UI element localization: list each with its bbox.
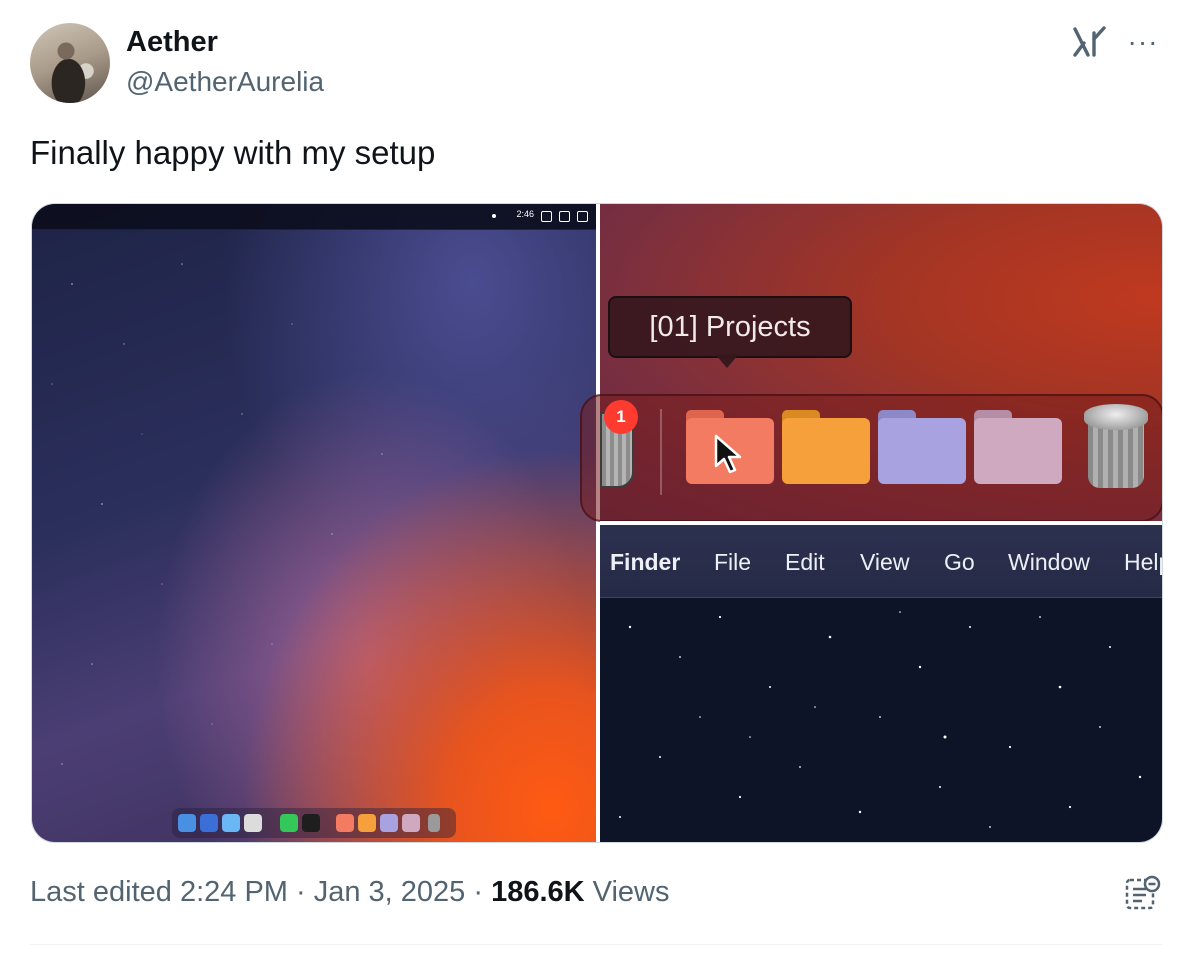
status-dot-icon bbox=[492, 214, 496, 218]
menu-edit: Edit bbox=[785, 549, 825, 575]
dock-separator bbox=[660, 409, 662, 495]
folder-orange-icon bbox=[782, 410, 870, 484]
folder-purple-icon bbox=[878, 410, 966, 484]
starfield bbox=[619, 611, 1142, 828]
figma-icon bbox=[302, 814, 320, 832]
grok-icon[interactable] bbox=[1072, 25, 1108, 59]
safari-icon bbox=[222, 814, 240, 832]
menu-finder: Finder bbox=[610, 549, 681, 575]
mini-menubar: 2:46 bbox=[32, 204, 596, 230]
messages-icon bbox=[280, 814, 298, 832]
folder-icon bbox=[336, 814, 354, 832]
tweet-text: Finally happy with my setup bbox=[30, 134, 436, 171]
menubar-clock: 2:46 bbox=[516, 209, 534, 219]
folder-icon bbox=[358, 814, 376, 832]
views-count: 186.6K bbox=[491, 876, 585, 908]
menu-help: Help bbox=[1124, 549, 1162, 575]
desktop-screenshot[interactable]: 2:46 bbox=[32, 204, 596, 842]
folder-icon bbox=[402, 814, 420, 832]
control-center-icon bbox=[577, 211, 588, 222]
finder-menubar: Finder File Edit View Go Window Help bbox=[600, 525, 1162, 598]
tweet-meta: Last edited 2:24 PM · Jan 3, 2025 · 186.… bbox=[30, 876, 669, 909]
display-name[interactable]: Aether bbox=[126, 26, 218, 59]
trash-icon bbox=[428, 814, 440, 832]
menu-view: View bbox=[860, 549, 910, 575]
menu-file: File bbox=[714, 549, 752, 575]
tweet-media[interactable]: 2:46 [01] Projects 1 Finder File Edit Vi… bbox=[31, 203, 1163, 843]
dock-background bbox=[580, 394, 1162, 522]
finder-icon bbox=[178, 814, 196, 832]
more-icon[interactable]: ··· bbox=[1126, 27, 1160, 57]
divider bbox=[30, 944, 1162, 945]
user-handle[interactable]: @AetherAurelia bbox=[126, 66, 324, 98]
cursor-icon bbox=[714, 434, 742, 474]
trash-icon bbox=[1084, 404, 1148, 488]
xcode-icon bbox=[200, 814, 218, 832]
menu-go: Go bbox=[944, 549, 975, 575]
views-label: Views bbox=[584, 876, 670, 908]
folder-icon bbox=[380, 814, 398, 832]
folder-pink-icon bbox=[974, 410, 1062, 484]
edited-timestamp[interactable]: Last edited 2:24 PM · Jan 3, 2025 · bbox=[30, 876, 491, 908]
dock-closeup[interactable]: [01] Projects 1 bbox=[580, 204, 1162, 522]
finder-closeup[interactable]: Finder File Edit View Go Window Help bbox=[600, 525, 1162, 842]
avatar[interactable] bbox=[30, 23, 110, 103]
notification-badge: 1 bbox=[604, 400, 638, 434]
edit-history-icon[interactable] bbox=[1124, 874, 1162, 912]
starfield bbox=[51, 263, 383, 765]
tooltip-tail bbox=[715, 354, 739, 368]
menu-window: Window bbox=[1008, 549, 1090, 575]
battery-icon bbox=[541, 211, 552, 222]
wifi-icon bbox=[559, 211, 570, 222]
mini-dock bbox=[172, 808, 456, 838]
dock-tooltip: [01] Projects bbox=[608, 296, 852, 358]
notes-icon bbox=[244, 814, 262, 832]
